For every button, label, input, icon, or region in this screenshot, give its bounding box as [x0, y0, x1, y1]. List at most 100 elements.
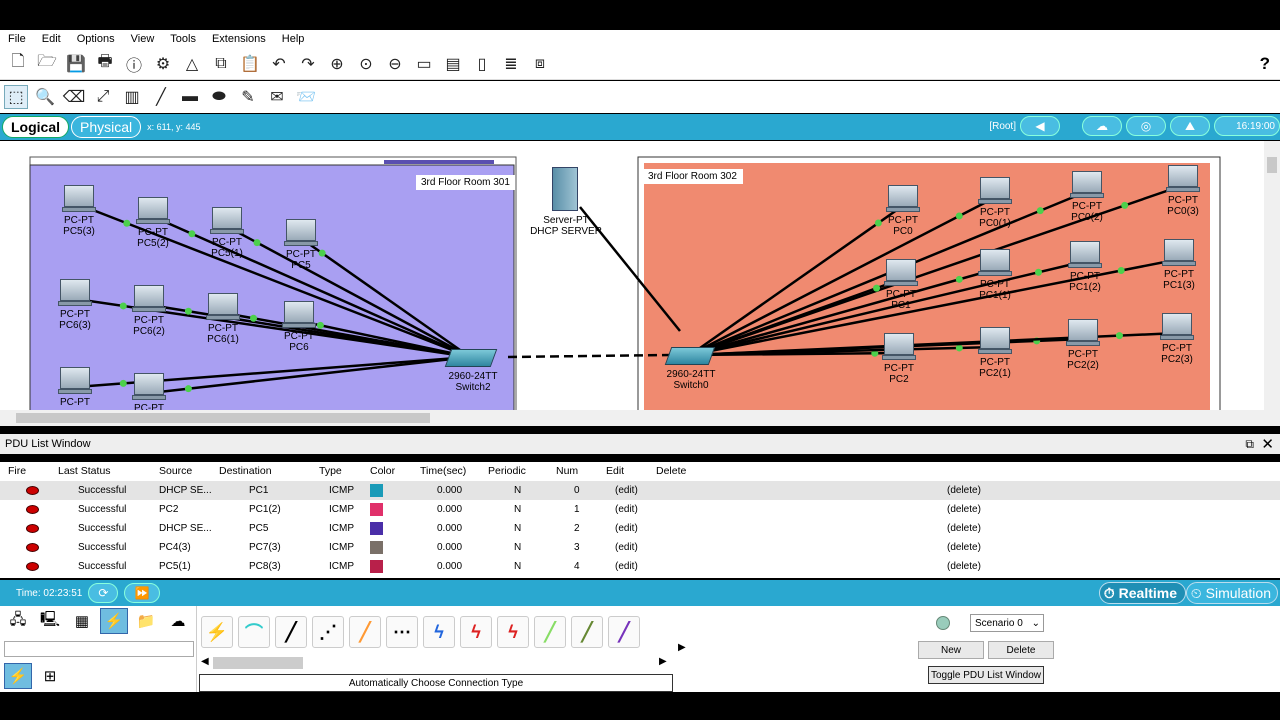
save-icon[interactable]: 💾 [64, 52, 88, 76]
logical-tab[interactable]: Logical [2, 116, 70, 138]
workspace-horizontal-scrollbar[interactable] [0, 410, 1280, 426]
switch2-icon[interactable] [444, 349, 498, 367]
pdu-row[interactable]: Successful PC2 PC1(2) ICMP 0.000 N 1 (edit) (del… [0, 500, 1280, 519]
menu-edit[interactable]: Edit [34, 33, 69, 45]
multiuser-icon[interactable]: ☁ [164, 608, 192, 634]
network-wizard-icon[interactable]: ⚙ [151, 52, 175, 76]
select-icon[interactable]: ⬚ [4, 85, 28, 109]
inspect-icon[interactable]: 🔍 [33, 85, 57, 109]
fire-icon[interactable] [26, 543, 39, 552]
zoom-reset-icon[interactable]: ⊙ [354, 52, 378, 76]
copper-cross-icon[interactable]: ⋰ [312, 616, 344, 648]
pdu-edit-link[interactable]: (edit) [615, 542, 638, 553]
pc-left-9[interactable]: PC-PT [132, 373, 166, 410]
pdu-delete-link[interactable]: (delete) [947, 523, 981, 534]
pdu-delete-link[interactable]: (delete) [947, 561, 981, 572]
custom-devices-icon[interactable]: ▤ [441, 52, 465, 76]
place-note-icon[interactable]: ▥ [120, 85, 144, 109]
pc-right-2[interactable]: PC-PT PC0(2) [1070, 171, 1104, 223]
pdu-row[interactable]: Successful PC5(1) PC8(3) ICMP 0.000 N 4 (edit) (… [0, 557, 1280, 576]
zoom-in-icon[interactable]: ⊕ [325, 52, 349, 76]
pc-right-11[interactable]: PC-PT PC2(3) [1160, 313, 1194, 365]
expand-arrow-icon[interactable]: ▶ [678, 642, 686, 653]
simulation-tab[interactable]: ⏲ Simulation [1185, 582, 1278, 604]
vscroll-thumb[interactable] [1267, 157, 1277, 173]
fire-icon[interactable] [26, 486, 39, 495]
freeform-icon[interactable]: ✎ [236, 85, 260, 109]
device-rack-icon[interactable]: ≣ [499, 52, 523, 76]
fire-icon[interactable] [26, 562, 39, 571]
menu-extensions[interactable]: Extensions [204, 33, 274, 45]
pc-right-6[interactable]: PC-PT PC1(2) [1068, 241, 1102, 293]
scenario-info-icon[interactable] [936, 616, 950, 630]
environment-icon[interactable]: ⛰ [1170, 116, 1210, 136]
pdu-row[interactable]: Successful DHCP SE... PC1 ICMP 0.000 N 0 (edit)… [0, 481, 1280, 500]
pdu-edit-link[interactable]: (edit) [615, 561, 638, 572]
connections-subtype-icon[interactable]: ⚡ [4, 663, 32, 689]
pc-right-1[interactable]: PC-PT PC0(1) [978, 177, 1012, 229]
activity-wizard-icon[interactable]: △ [180, 52, 204, 76]
menu-view[interactable]: View [123, 33, 163, 45]
components-icon[interactable]: ▦ [68, 608, 96, 634]
realtime-tab[interactable]: ⏱ Realtime [1098, 582, 1186, 604]
scroll-left-icon[interactable]: ◀ [201, 656, 209, 667]
copper-straight-icon[interactable]: ╱ [275, 616, 307, 648]
phone-cable-icon[interactable]: ⋯ [386, 616, 418, 648]
serial-dce-icon[interactable]: ϟ [460, 616, 492, 648]
new-scenario-button[interactable]: New [918, 641, 984, 659]
menu-help[interactable]: Help [274, 33, 313, 45]
fast-forward-icon[interactable]: ⏩ [124, 583, 161, 603]
serial-dte-icon[interactable]: ϟ [497, 616, 529, 648]
pc-left-3[interactable]: PC-PT PC5 [284, 219, 318, 271]
restore-icon[interactable]: ⧉ [1245, 437, 1254, 452]
fire-icon[interactable] [26, 524, 39, 533]
fire-icon[interactable] [26, 505, 39, 514]
workspace-vertical-scrollbar[interactable] [1264, 141, 1280, 410]
info-icon[interactable]: ⓘ [122, 52, 146, 76]
pc-left-4[interactable]: PC-PT PC6(3) [58, 279, 92, 331]
pc-left-6[interactable]: PC-PT PC6(1) [206, 293, 240, 345]
image-icon[interactable]: ⧈ [528, 52, 552, 76]
physical-tab[interactable]: Physical [71, 116, 142, 138]
clock-button[interactable]: 16:19:00 [1214, 116, 1280, 136]
new-file-icon[interactable]: 🗋 [6, 52, 30, 76]
logical-workspace[interactable]: 3rd Floor Room 301 3rd Floor Room 302 Se… [0, 141, 1264, 410]
close-icon[interactable]: ✕ [1261, 435, 1274, 453]
grid-icon[interactable]: ⊞ [36, 663, 64, 689]
back-icon[interactable]: ◀ [1020, 116, 1060, 136]
scroll-right-icon[interactable]: ▶ [659, 656, 667, 667]
pc-left-1[interactable]: PC-PT PC5(2) [136, 197, 170, 249]
pc-right-3[interactable]: PC-PT PC0(3) [1166, 165, 1200, 217]
add-complex-pdu-icon[interactable]: 📨 [294, 85, 318, 109]
pdu-delete-link[interactable]: (delete) [947, 504, 981, 515]
server-icon[interactable] [552, 167, 578, 211]
pc-right-10[interactable]: PC-PT PC2(2) [1066, 319, 1100, 371]
hscroll-thumb[interactable] [16, 413, 430, 423]
menu-file[interactable]: File [0, 33, 34, 45]
pc-right-0[interactable]: PC-PT PC0 [886, 185, 920, 237]
pdu-edit-link[interactable]: (edit) [615, 504, 638, 515]
auto-connection-icon[interactable]: ⚡ [201, 616, 233, 648]
redo-icon[interactable]: ↷ [296, 52, 320, 76]
resize-shape-icon[interactable]: ⤢ [91, 85, 115, 109]
pdu-delete-link[interactable]: (delete) [947, 542, 981, 553]
pdu-edit-link[interactable]: (edit) [615, 485, 638, 496]
scenario-select[interactable]: Scenario 0 ⌄ [970, 614, 1044, 632]
misc-icon[interactable]: 📁 [132, 608, 160, 634]
pdu-row[interactable]: Successful DHCP SE... PC5 ICMP 0.000 N 2 (edit)… [0, 519, 1280, 538]
menu-options[interactable]: Options [69, 33, 123, 45]
paste-icon[interactable]: 📋 [238, 52, 262, 76]
help-icon[interactable]: ? [1260, 54, 1270, 74]
pc-left-0[interactable]: PC-PT PC5(3) [62, 185, 96, 237]
network-devices-icon[interactable]: 🖧 [4, 608, 32, 634]
toggle-pdu-list-button[interactable]: Toggle PDU List Window [928, 666, 1044, 684]
pc-left-5[interactable]: PC-PT PC6(2) [132, 285, 166, 337]
fiber-icon[interactable]: ╱ [349, 616, 381, 648]
notes-icon[interactable]: ▯ [470, 52, 494, 76]
octal-cable-icon[interactable]: ╱ [534, 616, 566, 648]
pc-left-8[interactable]: PC-PT [58, 367, 92, 408]
palette-scroll-thumb[interactable] [213, 657, 303, 669]
drawing-palette-icon[interactable]: ▭ [412, 52, 436, 76]
pdu-row[interactable]: Successful PC4(3) PC7(3) ICMP 0.000 N 3 (edit) (… [0, 538, 1280, 557]
connections-category-icon[interactable]: ⚡ [100, 608, 128, 634]
